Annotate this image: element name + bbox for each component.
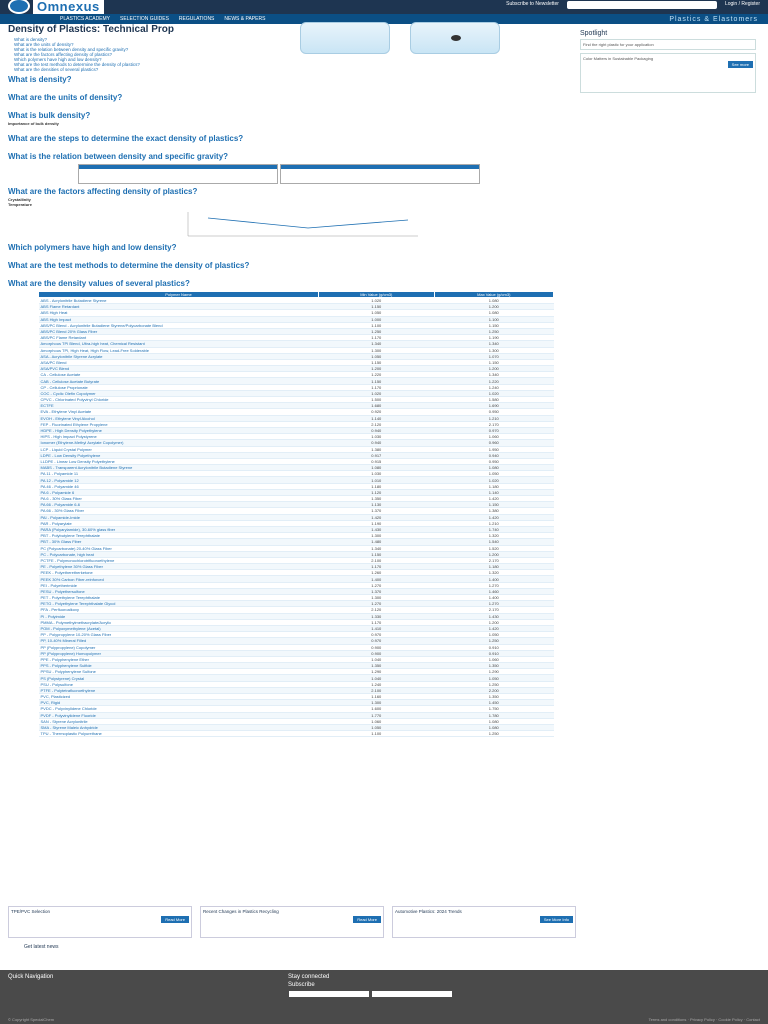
- promo-button[interactable]: Read More: [161, 916, 189, 923]
- sidebar-card[interactable]: Find the right plastic for your applicat…: [580, 39, 756, 50]
- density-table: Polymer Name Min Value (g/cm3) Max Value…: [38, 291, 555, 738]
- section-heading: Which polymers have high and low density…: [8, 243, 177, 252]
- paragraph: [8, 126, 574, 131]
- sidebar: Spotlight Find the right plastic for you…: [580, 30, 756, 96]
- paragraph: [8, 103, 574, 108]
- subheading: Temperature: [8, 202, 32, 207]
- header-links: Subscribe to Newsletter Login / Register: [506, 1, 760, 9]
- footer-link[interactable]: Terms and conditions: [649, 1017, 687, 1022]
- density-cell: 1.100: [318, 730, 435, 738]
- section-heading: What are the units of density?: [8, 93, 123, 102]
- polymer-name-cell[interactable]: TPU - Thermoplastic Polyurethane: [38, 730, 319, 738]
- comparison-table: [78, 164, 574, 184]
- promo-card[interactable]: Automotive Plastics: 2024 Trends See More…: [392, 906, 576, 938]
- search-input[interactable]: [566, 1, 717, 9]
- newsletter-input[interactable]: [289, 991, 369, 997]
- paragraph: [8, 144, 574, 149]
- footer-link[interactable]: Cookie Policy: [718, 1017, 742, 1022]
- footer-nav: Quick Navigation: [8, 974, 54, 980]
- section-heading: What are the density values of several p…: [8, 279, 190, 288]
- sidebar-card[interactable]: Color Matters in Sustainable Packaging Se…: [580, 53, 756, 93]
- nav-item-guides[interactable]: SELECTION GUIDES: [120, 16, 169, 22]
- see-more-button[interactable]: See more: [727, 61, 753, 68]
- page-title: Density of Plastics: Technical Prop: [8, 24, 174, 35]
- news-updates[interactable]: Get latest news: [24, 944, 58, 950]
- promo-card[interactable]: Recent Changes in Plastics Recycling Read…: [200, 906, 384, 938]
- article: Density of Plastics: Technical Prop What…: [8, 24, 574, 738]
- brand-logo[interactable]: Omnexus: [8, 0, 104, 14]
- promo-button[interactable]: Read More: [353, 916, 381, 923]
- sidebar-heading: Spotlight: [580, 30, 608, 37]
- logo-icon: [8, 0, 30, 14]
- promo-row: TPE/PVC Selection Read More Recent Change…: [8, 906, 576, 938]
- toc-item[interactable]: What are the densities of several plasti…: [8, 67, 574, 72]
- table-row: TPU - Thermoplastic Polyurethane 1.100 1.2…: [38, 730, 554, 738]
- section-heading: What is density?: [8, 75, 72, 84]
- nav-item-regulations[interactable]: REGULATIONS: [179, 16, 214, 22]
- chart-line: [207, 217, 409, 229]
- section-heading: What is the relation between density and…: [8, 152, 229, 161]
- paragraph: [8, 85, 574, 90]
- login-link[interactable]: Login / Register: [725, 1, 760, 9]
- footer-bottom: © Copyright SpecialChem Terms and condit…: [8, 1017, 760, 1022]
- density-temperature-chart: [168, 210, 428, 240]
- section-heading: What are the factors affecting density o…: [8, 187, 198, 196]
- promo-card[interactable]: TPE/PVC Selection Read More: [8, 906, 192, 938]
- footer: Quick Navigation Stay connected Subscrib…: [0, 970, 768, 1024]
- footer-social: Stay connected Subscribe: [288, 974, 548, 1020]
- paragraph: [8, 271, 574, 276]
- section-heading: What are the test methods to determine t…: [8, 261, 250, 270]
- footer-link[interactable]: Privacy Policy: [690, 1017, 715, 1022]
- density-cell: 1.250: [434, 730, 554, 738]
- copyright: © Copyright SpecialChem: [8, 1017, 55, 1022]
- footer-link[interactable]: Contact: [746, 1017, 760, 1022]
- promo-button[interactable]: See More Info: [539, 916, 573, 923]
- section-heading: What is bulk density?: [8, 111, 91, 120]
- table-of-contents: What is density? What are the units of d…: [8, 37, 574, 72]
- nav-item-news[interactable]: NEWS & PAPERS: [224, 16, 265, 22]
- newsletter-link[interactable]: Subscribe to Newsletter: [506, 1, 559, 9]
- nav-item-academy[interactable]: PLASTICS ACADEMY: [60, 16, 110, 22]
- newsletter-input[interactable]: [372, 991, 453, 997]
- paragraph: [8, 253, 574, 258]
- chart-svg: [187, 212, 418, 237]
- top-bar: Omnexus Subscribe to Newsletter Login / …: [0, 0, 768, 14]
- section-label[interactable]: Plastics & Elastomers: [669, 16, 758, 23]
- section-heading: What are the steps to determine the exac…: [8, 134, 244, 143]
